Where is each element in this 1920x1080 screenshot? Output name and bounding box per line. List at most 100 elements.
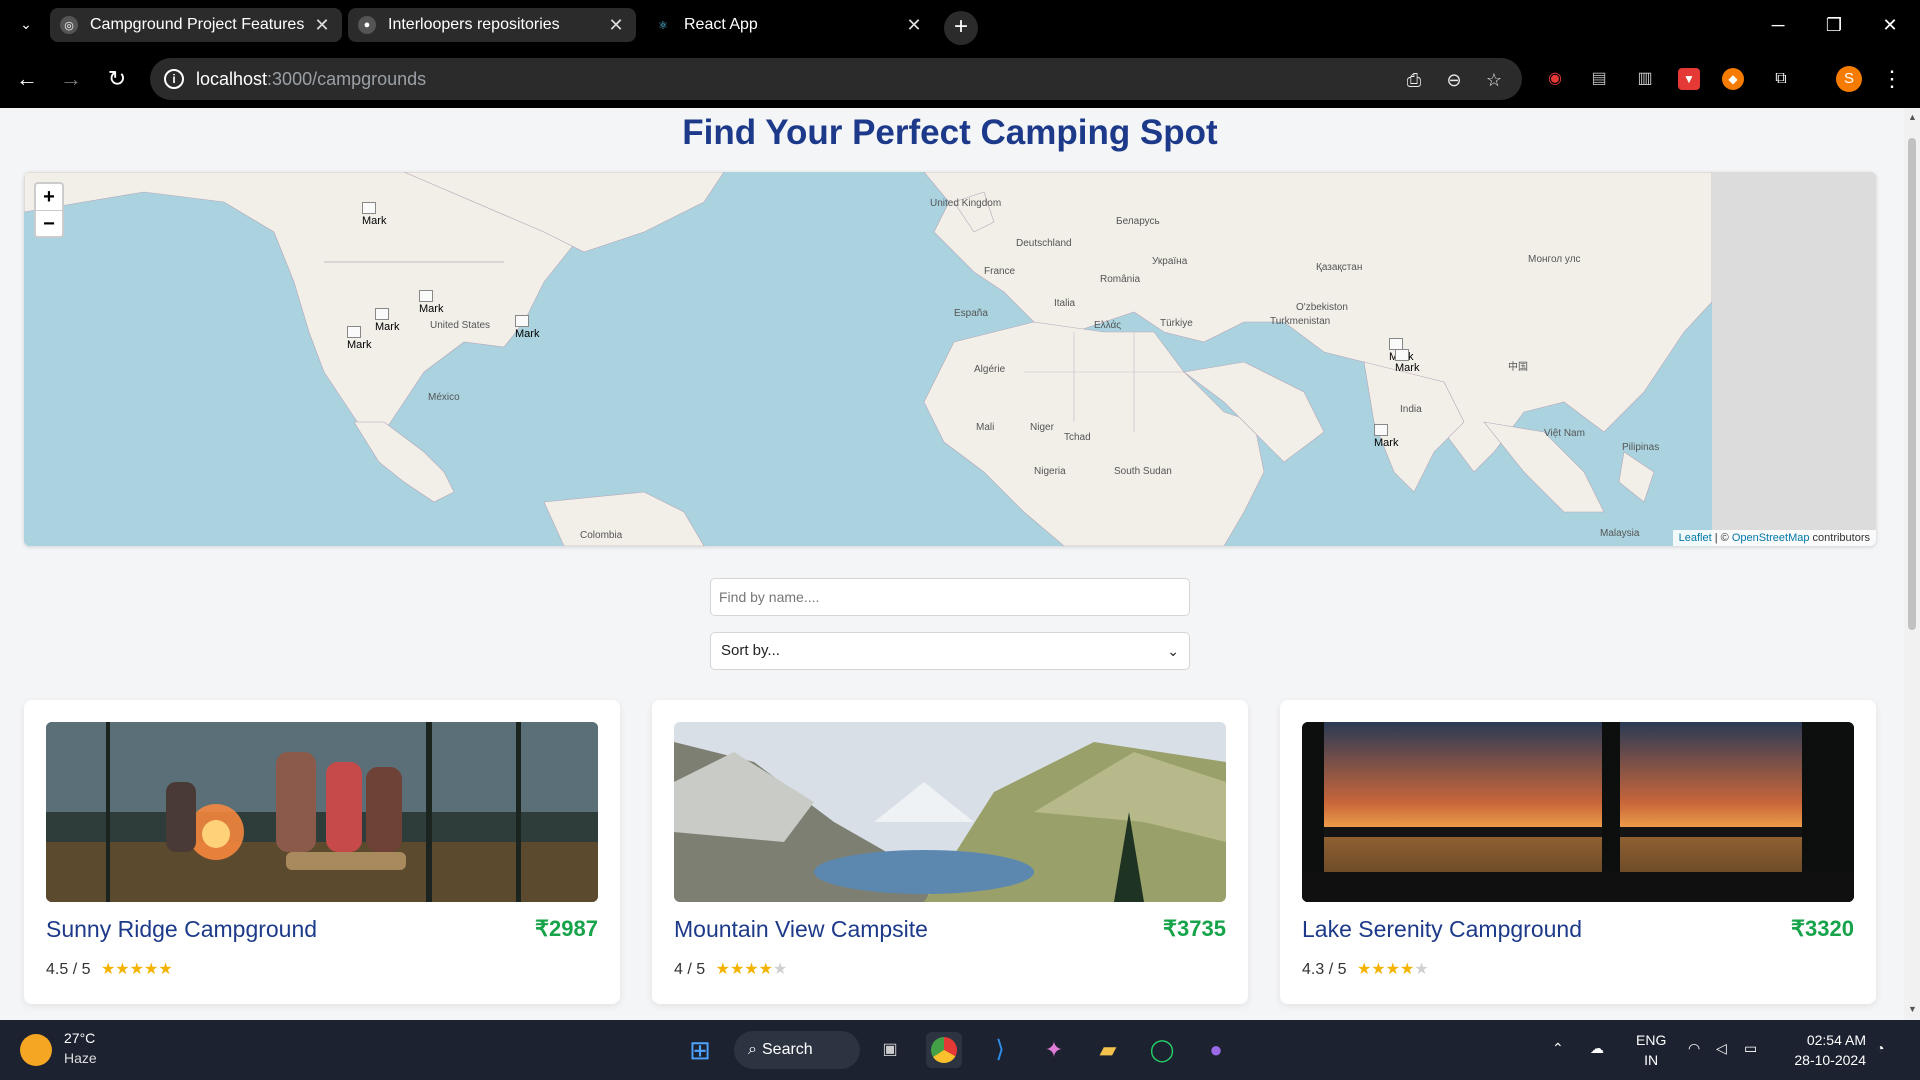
page-title: Find Your Perfect Camping Spot (682, 113, 1218, 152)
chevron-down-icon: ⌄ (1167, 643, 1179, 659)
zoom-in-button[interactable]: + (36, 184, 62, 210)
taskbar-search[interactable]: ⌕ Search (734, 1031, 860, 1069)
close-tab-icon[interactable]: ✕ (312, 15, 332, 36)
rating-text: 4.5 / 5 (46, 961, 91, 978)
star-icons: ★★★★★ (100, 961, 173, 978)
tab-search-menu-icon[interactable]: ⌄ (14, 12, 38, 36)
show-hidden-icons-icon[interactable]: ⌃ (1552, 1040, 1564, 1057)
campground-map[interactable]: + − Mark Mark Mark Mark Mark Mark Mark M… (24, 172, 1876, 546)
weather-description[interactable]: Haze (64, 1050, 97, 1066)
campground-name[interactable]: Sunny Ridge Campground (46, 916, 317, 943)
osm-link[interactable]: OpenStreetMap (1732, 532, 1810, 544)
leaflet-link[interactable]: Leaflet (1679, 532, 1712, 544)
weather-haze-icon[interactable] (20, 1034, 52, 1066)
close-window-icon[interactable]: ✕ (1862, 0, 1918, 50)
windows-start-icon[interactable]: ⊞ (682, 1032, 718, 1068)
sort-select[interactable]: Sort by... ⌄ (710, 632, 1190, 670)
reload-icon[interactable]: ↻ (102, 64, 132, 94)
map-place-label: United Kingdom (930, 198, 1002, 209)
browser-menu-icon[interactable]: ⋮ (1880, 64, 1904, 94)
bookmark-star-icon[interactable]: ☆ (1482, 68, 1506, 92)
profile-avatar[interactable]: S (1836, 66, 1862, 92)
back-icon[interactable]: ← (12, 64, 42, 94)
map-place-label: Malaysia (1600, 528, 1640, 539)
react-icon: ⚛ (658, 19, 668, 32)
restore-icon[interactable]: ❐ (1806, 0, 1862, 50)
file-explorer-icon[interactable]: ▰ (1090, 1032, 1126, 1068)
extension-record-icon[interactable]: ◉ (1542, 66, 1568, 92)
tab-react-app[interactable]: ⚛ React App ✕ (644, 8, 934, 42)
campground-price: ₹3320 (1791, 916, 1854, 941)
scroll-down-icon[interactable]: ▼ (1908, 1004, 1917, 1014)
weather-temperature[interactable]: 27°C (64, 1030, 95, 1046)
volume-icon[interactable]: ◁ (1716, 1040, 1727, 1057)
map-place-label: México (428, 392, 460, 403)
campground-marker[interactable]: Mark (515, 315, 539, 340)
pocket-icon[interactable]: ▼ (1678, 68, 1700, 90)
campground-card[interactable]: Sunny Ridge Campground ₹2987 4.5 / 5 ★★★… (24, 700, 620, 1004)
extension-printer-icon[interactable]: ▥ (1632, 66, 1658, 92)
campground-marker[interactable]: Mark (347, 326, 371, 351)
install-app-icon[interactable]: ⎙ (1402, 68, 1426, 92)
site-info-icon[interactable]: i (164, 69, 184, 89)
star-empty-icons: ★ (1414, 961, 1429, 978)
map-place-label: Қазақстан (1316, 262, 1363, 273)
campground-marker[interactable]: Mark (362, 202, 386, 227)
battery-icon[interactable]: ▭ (1744, 1040, 1757, 1057)
url-text[interactable]: localhost:3000/campgrounds (196, 69, 426, 90)
input-language[interactable]: ENG IN (1636, 1030, 1666, 1070)
map-place-label: Niger (1030, 422, 1054, 433)
wifi-icon[interactable]: ◠ (1688, 1040, 1700, 1057)
close-tab-icon[interactable]: ✕ (606, 15, 626, 36)
star-icons: ★★★★ (1356, 961, 1415, 978)
tab-campground-features[interactable]: ◎ Campground Project Features ✕ (50, 8, 342, 42)
vscode-icon[interactable]: ⟩ (982, 1032, 1018, 1068)
page-scrollbar[interactable]: ▲ ▼ (1904, 108, 1920, 1020)
onedrive-icon[interactable]: ☁ (1590, 1040, 1604, 1057)
scrollbar-thumb[interactable] (1908, 138, 1916, 630)
minimize-icon[interactable]: ─ (1750, 0, 1806, 50)
tab-title: Interloopers repositories (388, 16, 560, 33)
tab-interloopers[interactable]: ● Interloopers repositories ✕ (348, 8, 636, 42)
campground-name[interactable]: Lake Serenity Campground (1302, 916, 1582, 943)
notification-bell-icon[interactable]: ◔ (1876, 1040, 1884, 1056)
url-path: :3000/campgrounds (267, 69, 427, 89)
star-empty-icons: ★ (772, 961, 788, 978)
map-place-label: Türkiye (1160, 318, 1193, 329)
clock[interactable]: 02:54 AM 28-10-2024 (1786, 1030, 1866, 1070)
copilot-icon[interactable]: ✦ (1036, 1032, 1072, 1068)
github-desktop-icon[interactable]: ● (1198, 1032, 1234, 1068)
marker-label: Mark (419, 303, 444, 315)
campground-card[interactable]: Mountain View Campsite ₹3735 4 / 5 ★★★★★ (652, 700, 1248, 1004)
campground-marker[interactable]: Mark (1374, 424, 1398, 449)
openai-icon: ◎ (60, 16, 78, 34)
extensions-puzzle-icon[interactable]: ⧉ (1768, 66, 1794, 92)
marker-icon (1374, 424, 1388, 436)
map-place-label: Mali (976, 422, 995, 433)
campground-marker[interactable]: Mark (419, 290, 443, 315)
star-icons: ★★★★ (715, 961, 773, 978)
task-view-icon[interactable]: ▣ (872, 1032, 908, 1068)
campground-card[interactable]: Lake Serenity Campground ₹3320 4.3 / 5 ★… (1280, 700, 1876, 1004)
forward-icon[interactable]: → (56, 64, 86, 94)
map-place-label: Pilipinas (1622, 442, 1660, 453)
new-tab-button[interactable]: + (944, 11, 978, 45)
zoom-out-button[interactable]: − (36, 210, 62, 236)
chrome-icon[interactable] (926, 1032, 962, 1068)
scroll-up-icon[interactable]: ▲ (1908, 112, 1917, 122)
search-input[interactable]: Find by name.... (710, 578, 1190, 616)
campground-marker[interactable]: Mark (375, 308, 399, 333)
campground-name[interactable]: Mountain View Campsite (674, 916, 928, 943)
campground-marker[interactable]: Mark (1395, 349, 1419, 374)
extension-print-icon[interactable]: ▤ (1586, 66, 1612, 92)
close-tab-icon[interactable]: ✕ (904, 15, 924, 36)
campground-photo (674, 722, 1226, 902)
search-icon: ⌕ (748, 1041, 757, 1058)
map-place-label: 中国 (1508, 362, 1528, 373)
zoom-icon[interactable]: ⊖ (1442, 68, 1466, 92)
whatsapp-icon[interactable]: ◯ (1144, 1032, 1180, 1068)
map-place-label: Nigeria (1034, 466, 1066, 477)
url-host: localhost (196, 69, 268, 89)
address-bar[interactable]: i localhost:3000/campgrounds ⎙ ⊖ ☆ (150, 58, 1522, 100)
extension-orange-icon[interactable]: ◆ (1722, 68, 1744, 90)
